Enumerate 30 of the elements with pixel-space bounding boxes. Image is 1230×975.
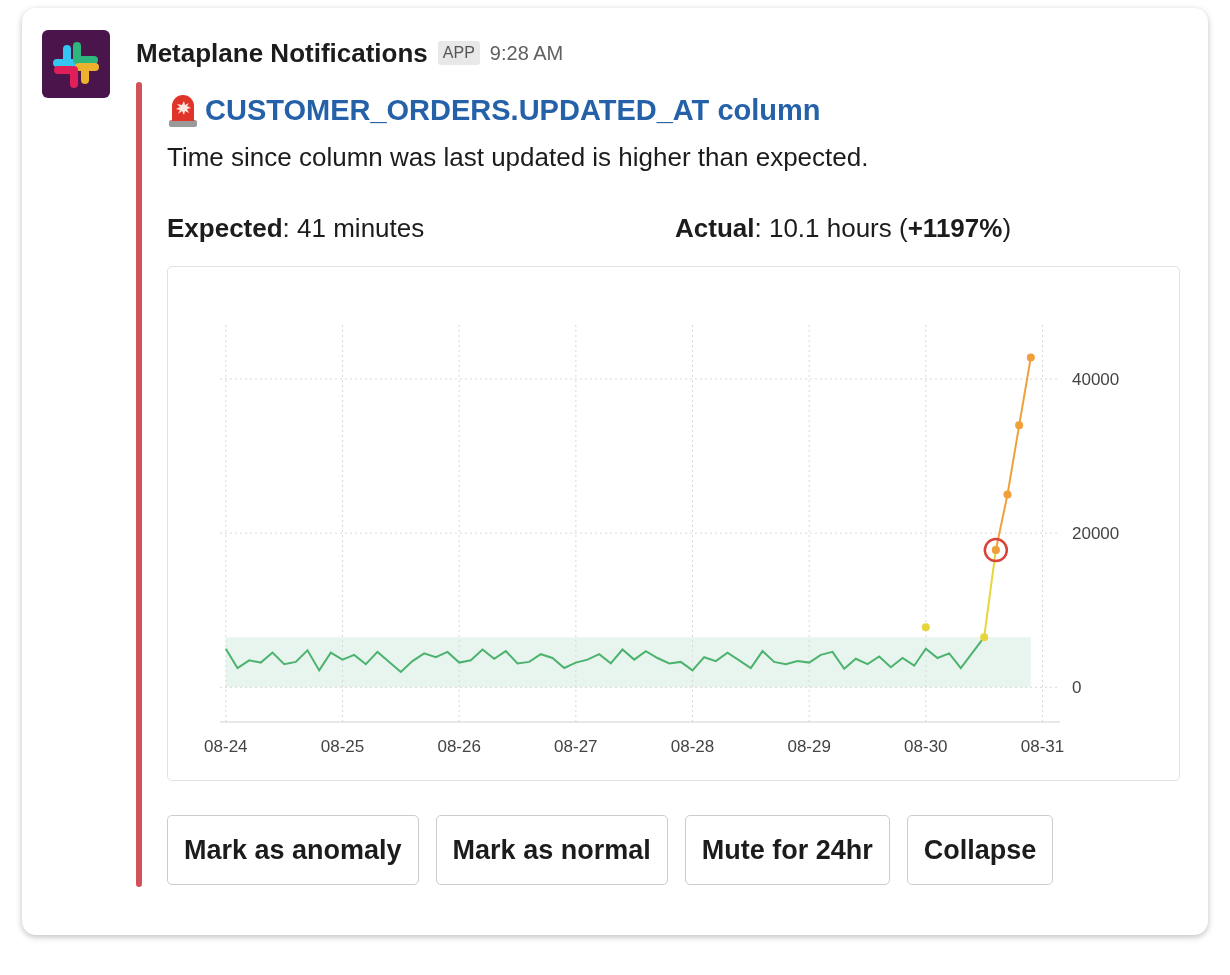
action-button[interactable]: Mark as normal [435,815,668,885]
action-button[interactable]: Collapse [906,815,1054,885]
x-axis-label: 08-29 [787,737,831,756]
x-axis-label: 08-24 [204,737,248,756]
message-time[interactable]: 9:28 AM [489,41,564,65]
anomaly-marker [983,537,1009,563]
y-axis-label: 20000 [1072,524,1120,544]
action-button[interactable]: Mute for 24hr [684,815,890,885]
alert-description: Time since column was last updated is higher than expected. [167,142,870,173]
app-badge: APP [437,41,480,65]
sender-name[interactable]: Metaplane Notifications [136,37,428,69]
x-axis-label: 08-26 [437,737,481,756]
data-point [1026,353,1035,362]
y-axis-label: 40000 [1072,369,1120,389]
alert-title-link[interactable]: CUSTOMER_ORDERS.UPDATED_AT column [205,93,821,127]
stat-text: Expected: 41 minutes [167,213,426,244]
x-axis-label: 08-30 [904,737,948,756]
app-avatar [42,30,110,98]
x-axis-label: 08-27 [554,737,598,756]
data-point [1015,421,1024,430]
x-axis-label: 08-25 [320,737,365,756]
data-point [1003,490,1012,499]
x-axis-label: 08-28 [670,737,715,756]
stat-text: Actual: 10.1 hours (+1197%) [675,213,1013,244]
siren-icon [167,92,199,128]
y-axis-label: 0 [1072,678,1082,698]
data-point [980,633,989,642]
action-button[interactable]: Mark as anomaly [167,815,419,885]
x-axis-label: 08-31 [1020,737,1065,756]
data-point [921,623,930,632]
